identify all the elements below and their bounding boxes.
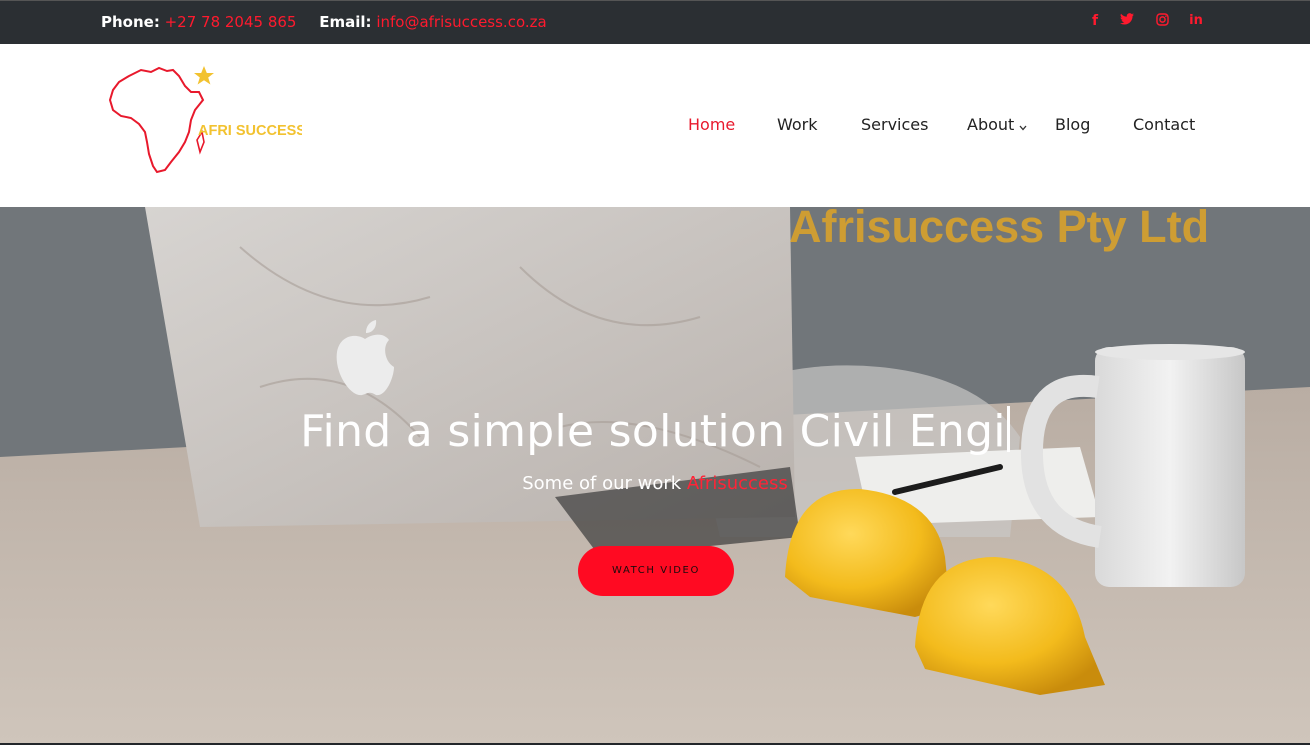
- instagram-icon[interactable]: [1155, 13, 1169, 29]
- nav-about[interactable]: About: [967, 115, 1014, 134]
- hero-banner: Afrisuccess Pty Ltd Find a simple soluti…: [0, 207, 1310, 743]
- email-link[interactable]: info@afrisuccess.co.za: [376, 13, 546, 31]
- nav-blog[interactable]: Blog: [1055, 115, 1090, 134]
- hero-headline: Find a simple solution Civil Engi: [0, 406, 1310, 457]
- phone-contact: Phone: +27 78 2045 865: [101, 13, 301, 31]
- watch-video-button[interactable]: WATCH VIDEO: [578, 546, 734, 596]
- typing-cursor: [1006, 406, 1010, 452]
- main-navigation: Home Work Services About Blog Contact: [0, 115, 1310, 139]
- phone-link[interactable]: +27 78 2045 865: [165, 13, 297, 31]
- nav-contact[interactable]: Contact: [1133, 115, 1195, 134]
- facebook-icon[interactable]: f: [1088, 13, 1102, 29]
- hero-headline-text: Find a simple solution Civil Engi: [300, 406, 1006, 457]
- twitter-icon[interactable]: [1120, 13, 1134, 29]
- hero-subtitle: Some of our work Afrisuccess: [0, 473, 1310, 494]
- contact-info: Phone: +27 78 2045 865 Email: info@afris…: [101, 13, 547, 31]
- email-contact: Email: info@afrisuccess.co.za: [319, 13, 546, 31]
- nav-services[interactable]: Services: [861, 115, 928, 134]
- company-banner-text: Afrisuccess Pty Ltd: [789, 207, 1210, 252]
- hero-subtitle-text: Some of our work: [522, 473, 682, 494]
- email-label: Email:: [319, 13, 372, 31]
- nav-work[interactable]: Work: [777, 115, 818, 134]
- social-links: f: [1088, 13, 1102, 29]
- hero-subtitle-accent: Afrisuccess: [686, 473, 788, 494]
- phone-label: Phone:: [101, 13, 160, 31]
- top-contact-bar: Phone: +27 78 2045 865 Email: info@afris…: [0, 0, 1310, 44]
- chevron-down-icon[interactable]: [1018, 118, 1028, 131]
- nav-home[interactable]: Home: [688, 115, 735, 134]
- star-icon: [194, 66, 214, 85]
- linkedin-icon[interactable]: in: [1189, 13, 1203, 29]
